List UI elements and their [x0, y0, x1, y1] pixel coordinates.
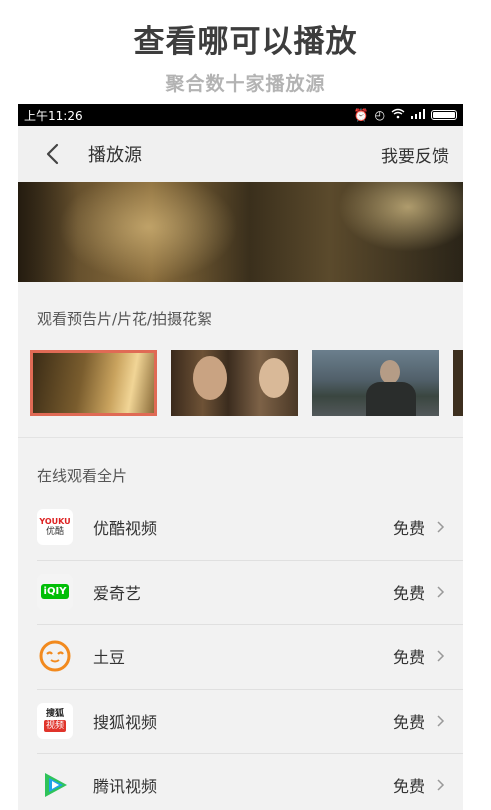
trailer-thumbnail-selected[interactable] [30, 350, 157, 416]
chevron-right-icon [437, 650, 445, 662]
source-name: 优酷视频 [93, 519, 158, 539]
chevron-right-icon [437, 779, 445, 791]
chevron-right-icon [437, 586, 445, 598]
source-row-iqiyi[interactable]: iQIY 爱奇艺 免费 [18, 559, 463, 625]
source-name: 搜狐视频 [93, 712, 158, 732]
source-price: 免费 [392, 583, 425, 603]
source-name: 爱奇艺 [93, 583, 142, 603]
source-name: 土豆 [93, 648, 126, 668]
trailer-list [18, 350, 463, 416]
alarm-icon: ⏰ [353, 108, 369, 122]
feedback-button[interactable]: 我要反馈 [381, 142, 449, 167]
source-price: 免费 [392, 777, 425, 797]
promo-subtitle: 聚合数十家播放源 [165, 73, 326, 95]
source-row-tudou[interactable]: 土豆 免费 [18, 624, 463, 689]
battery-icon [431, 110, 457, 120]
status-bar: 上午11:26 ⏰ ◴ [18, 104, 463, 126]
source-row-tencent[interactable]: 腾讯视频 免费 [18, 753, 463, 810]
phone-screen: 上午11:26 ⏰ ◴ 播放源 我要反馈 观看预告片/片花/拍摄花絮 在线观看全… [18, 104, 463, 810]
source-row-sohu[interactable]: 搜狐 视频 搜狐视频 免费 [18, 688, 463, 754]
tudou-icon [37, 638, 73, 674]
page-title: 播放源 [88, 145, 142, 166]
source-price: 免费 [392, 712, 425, 732]
tencent-video-icon [37, 767, 73, 803]
chevron-left-icon [46, 143, 59, 165]
trailer-section: 观看预告片/片花/拍摄花絮 [18, 282, 463, 438]
online-section-label: 在线观看全片 [37, 467, 128, 485]
trailer-thumbnail[interactable] [312, 350, 439, 416]
promo-title: 查看哪可以播放 [133, 24, 358, 60]
chevron-right-icon [437, 715, 445, 727]
nav-bar: 播放源 我要反馈 [18, 126, 463, 182]
sohu-icon: 搜狐 视频 [37, 702, 73, 739]
trailer-thumbnail[interactable] [171, 350, 298, 416]
source-row-youku[interactable]: YOUKU 优酷 优酷视频 免费 [18, 495, 463, 560]
clock-icon: ◴ [374, 108, 385, 122]
source-price: 免费 [392, 519, 425, 539]
source-price: 免费 [392, 648, 425, 668]
source-name: 腾讯视频 [93, 777, 158, 797]
trailer-thumbnail[interactable] [453, 350, 463, 416]
iqiyi-icon: iQIY [37, 573, 73, 610]
youku-icon: YOUKU 优酷 [37, 509, 73, 546]
trailer-section-label: 观看预告片/片花/拍摄花絮 [37, 310, 213, 328]
status-time: 上午11:26 [24, 108, 83, 123]
source-list: YOUKU 优酷 优酷视频 免费 iQIY 爱奇艺 免费 土豆 免费 搜狐 视频… [18, 495, 463, 810]
wifi-icon [391, 108, 405, 122]
chevron-right-icon [437, 521, 445, 533]
online-section: 在线观看全片 YOUKU 优酷 优酷视频 免费 iQIY 爱奇艺 免费 土豆 免… [18, 438, 463, 810]
signal-icon [411, 108, 425, 122]
back-button[interactable] [32, 126, 72, 182]
movie-banner [18, 182, 463, 282]
